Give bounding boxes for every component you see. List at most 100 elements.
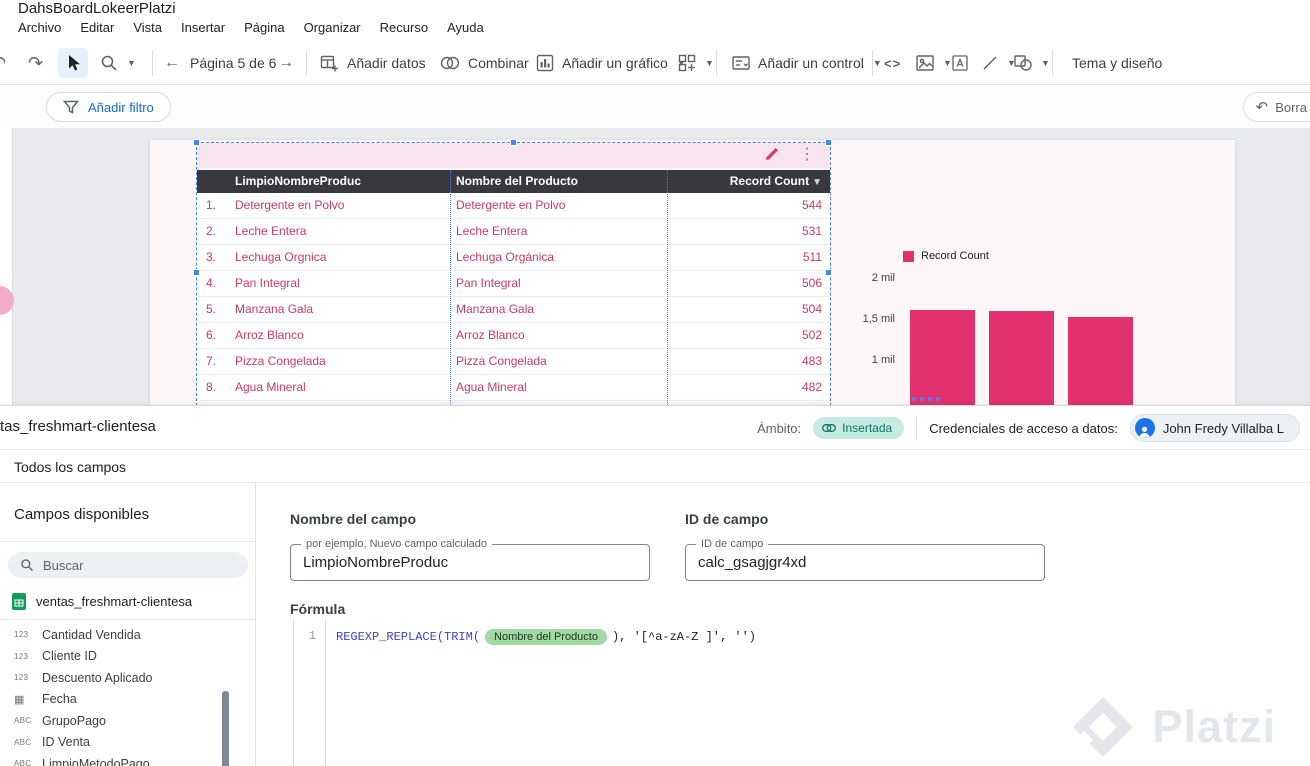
- field-search[interactable]: [8, 552, 248, 578]
- add-data-icon: [320, 55, 338, 71]
- add-data-button[interactable]: Añadir datos: [320, 42, 426, 84]
- data-source-tabs: Todos los campos: [0, 450, 1310, 483]
- number-type-icon: 123: [14, 673, 29, 683]
- table-cell: 511: [802, 250, 822, 264]
- field-item[interactable]: 123 Cantidad Vendida: [0, 624, 254, 646]
- line-button[interactable]: ▼: [982, 42, 1016, 84]
- resize-handle[interactable]: [825, 139, 832, 146]
- field-item[interactable]: ▦ Fecha: [0, 689, 254, 711]
- bar[interactable]: [989, 310, 1054, 405]
- arrow-left-icon: ←: [164, 54, 180, 71]
- add-control-label: Añadir un control: [758, 55, 864, 71]
- data-source-title: tas_freshmart-clientesa: [0, 418, 156, 435]
- table-row: 8. Agua Mineral Agua Mineral 482: [197, 375, 830, 401]
- report-canvas[interactable]: ⋮ LimpioNombreProduc Nombre del Producto…: [0, 128, 1310, 405]
- menu-pagina[interactable]: Página: [244, 20, 284, 35]
- column-header[interactable]: LimpioNombreProduc: [225, 170, 450, 193]
- more-options-button[interactable]: ⋮: [799, 144, 815, 164]
- scrollbar-thumb[interactable]: [222, 691, 229, 766]
- field-name-input[interactable]: [291, 545, 649, 580]
- line-icon: [983, 56, 997, 70]
- resize-handle[interactable]: [510, 139, 517, 146]
- field-id-input[interactable]: [686, 545, 1044, 580]
- toolbar-divider: [872, 50, 873, 76]
- column-header-sorted[interactable]: Record Count ▼: [667, 170, 830, 193]
- resize-handle[interactable]: [193, 269, 200, 276]
- menu-ayuda[interactable]: Ayuda: [447, 20, 484, 35]
- zoom-button[interactable]: ▼: [100, 42, 136, 84]
- credentials-user-chip[interactable]: John Fredy Villalba L: [1129, 414, 1300, 442]
- fields-panel-title: Campos disponibles: [14, 506, 150, 523]
- page-indicator[interactable]: Página 5 de 6: [190, 42, 276, 84]
- available-fields-panel: Campos disponibles ventas_freshmart-clie…: [0, 483, 256, 766]
- field-item[interactable]: ABC GrupoPago: [0, 710, 254, 732]
- report-title[interactable]: DahsBoardLokeerPlatzi: [18, 0, 176, 17]
- undo-button[interactable]: ↶: [0, 42, 6, 84]
- add-chart-button[interactable]: Añadir un gráfico ▼: [536, 42, 686, 84]
- table-chart-component[interactable]: ⋮ LimpioNombreProduc Nombre del Producto…: [193, 139, 832, 405]
- resize-handle[interactable]: [193, 139, 200, 146]
- y-axis-tick: 1,5 mil: [862, 313, 895, 325]
- menu-vista[interactable]: Vista: [133, 20, 162, 35]
- menu-archivo[interactable]: Archivo: [18, 20, 61, 35]
- data-source-item[interactable]: ventas_freshmart-clientesa: [12, 591, 192, 611]
- table-row: 3. Lechuga Orgnica Lechuga Orgánica 511: [197, 245, 830, 271]
- prev-page-button[interactable]: ←: [164, 42, 180, 84]
- add-control-button[interactable]: Añadir un control ▼: [732, 42, 882, 84]
- function-token: REGEXP_REPLACE(TRIM(: [336, 630, 481, 644]
- clear-button[interactable]: ↶ Borra: [1242, 92, 1310, 122]
- search-input[interactable]: [43, 557, 233, 573]
- bar-chart-component[interactable]: Record Count 2 mil 1,5 mil 1 mil: [860, 248, 1150, 405]
- resize-handle[interactable]: [825, 269, 832, 276]
- column-header[interactable]: Nombre del Producto: [450, 170, 667, 193]
- undo-icon: ↶: [0, 53, 6, 74]
- zoom-icon: [101, 55, 117, 71]
- line-number-gutter: 1: [294, 619, 326, 766]
- formula-code-line[interactable]: REGEXP_REPLACE(TRIM( Nombre del Producto…: [336, 629, 756, 645]
- menu-editar[interactable]: Editar: [80, 20, 114, 35]
- toolbar-divider: [716, 50, 717, 76]
- community-viz-icon: [678, 54, 696, 72]
- menu-insertar[interactable]: Insertar: [181, 20, 225, 35]
- bar[interactable]: [1068, 316, 1133, 405]
- theme-layout-button[interactable]: Tema y diseño: [1072, 42, 1162, 84]
- report-page[interactable]: ⋮ LimpioNombreProduc Nombre del Producto…: [150, 139, 1235, 405]
- table-cell: 483: [801, 354, 822, 368]
- text-box-button[interactable]: [952, 42, 968, 84]
- table-cell: Pizza Congelada: [235, 354, 326, 368]
- redo-button[interactable]: ↷: [28, 42, 43, 84]
- embed-button[interactable]: <>: [884, 42, 901, 84]
- number-type-icon: 123: [14, 651, 29, 661]
- bar[interactable]: [910, 309, 975, 405]
- field-label: Descuento Aplicado: [42, 670, 153, 685]
- image-button[interactable]: ▼: [916, 42, 952, 84]
- menu-recurso[interactable]: Recurso: [380, 20, 428, 35]
- menu-bar: Archivo Editar Vista Insertar Página Organiza…: [18, 20, 484, 35]
- image-icon: [916, 55, 934, 71]
- chevron-down-icon: ▼: [1041, 58, 1050, 68]
- field-label: LimpioMetodoPago: [42, 756, 150, 766]
- edit-button[interactable]: [765, 146, 785, 166]
- menu-organizar[interactable]: Organizar: [304, 20, 361, 35]
- canvas-left-gutter: [0, 128, 13, 405]
- field-item[interactable]: 123 Cliente ID: [0, 646, 254, 668]
- credentials-label: Credenciales de acceso a datos:: [929, 420, 1118, 436]
- field-item[interactable]: ABC LimpioMetodoPago: [0, 753, 254, 766]
- select-tool-button[interactable]: [58, 48, 88, 78]
- field-chip[interactable]: Nombre del Producto: [485, 629, 607, 645]
- table-cell: Leche Entera: [235, 224, 307, 238]
- community-viz-button[interactable]: ▼: [678, 42, 714, 84]
- table-cell: Pan Integral: [235, 276, 300, 290]
- chevron-down-icon: ▼: [705, 58, 714, 68]
- table-cell: 6.: [205, 328, 216, 342]
- shape-button[interactable]: ▼: [1014, 42, 1050, 84]
- next-page-button[interactable]: →: [278, 42, 294, 84]
- formula-editor[interactable]: 1 REGEXP_REPLACE(TRIM( Nombre del Produc…: [293, 619, 1310, 766]
- component-header-strip: [197, 143, 830, 168]
- add-filter-button[interactable]: Añadir filtro: [46, 92, 171, 122]
- blend-icon: [440, 56, 460, 70]
- field-item[interactable]: ABC ID Venta: [0, 732, 254, 754]
- field-item[interactable]: 123 Descuento Aplicado: [0, 667, 254, 689]
- tab-all-fields[interactable]: Todos los campos: [14, 459, 126, 475]
- blend-button[interactable]: Combinar: [440, 42, 529, 84]
